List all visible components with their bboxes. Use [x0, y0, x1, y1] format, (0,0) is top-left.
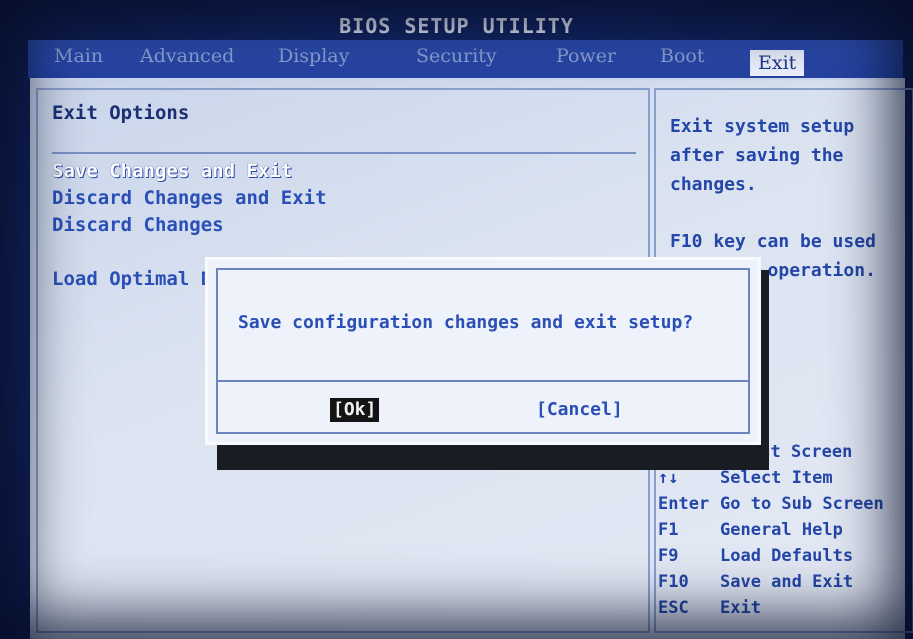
- key-row-esc: ESC Exit: [658, 598, 761, 618]
- option-discard-changes-and-exit[interactable]: Discard Changes and Exit: [52, 187, 327, 209]
- key-label: F1: [658, 520, 679, 540]
- tab-main[interactable]: Main: [54, 45, 103, 67]
- window-title: BIOS SETUP UTILITY: [339, 14, 574, 38]
- key-label: F9: [658, 546, 679, 566]
- dialog-frame: Save configuration changes and exit setu…: [216, 268, 750, 434]
- tab-display[interactable]: Display: [278, 45, 349, 67]
- arrows-icon: ↑↓: [658, 468, 679, 488]
- dialog-message: Save configuration changes and exit setu…: [238, 312, 694, 333]
- key-label: ESC: [658, 598, 689, 618]
- key-label: Enter: [658, 494, 710, 514]
- help-description: Exit system setup after saving the chang…: [670, 116, 855, 195]
- key-row-f10: F10 Save and Exit: [658, 572, 853, 592]
- key-row-select-item: ↑↓ Select Item: [658, 468, 833, 488]
- option-load-optimal-defaults[interactable]: Load Optimal D: [52, 268, 212, 290]
- key-desc: Load Defaults: [720, 546, 854, 566]
- key-desc: Go to Sub Screen: [720, 494, 884, 514]
- dialog-divider: [218, 380, 748, 382]
- bios-screen: BIOS SETUP UTILITY Main Advanced Display…: [0, 0, 913, 639]
- key-desc: Exit: [720, 598, 761, 618]
- confirm-dialog: Save configuration changes and exit setu…: [205, 257, 761, 445]
- section-divider: [52, 152, 636, 154]
- key-label: F10: [658, 572, 689, 592]
- section-title: Exit Options: [52, 102, 190, 124]
- tab-power[interactable]: Power: [556, 45, 616, 67]
- tab-boot[interactable]: Boot: [660, 45, 704, 67]
- tab-exit[interactable]: Exit: [750, 50, 805, 76]
- ok-button[interactable]: [Ok]: [330, 398, 380, 422]
- key-desc: General Help: [720, 520, 843, 540]
- option-save-changes-and-exit[interactable]: Save Changes and Exit: [52, 160, 292, 182]
- tab-advanced[interactable]: Advanced: [140, 45, 234, 67]
- cancel-button[interactable]: [Cancel]: [536, 398, 623, 422]
- option-discard-changes[interactable]: Discard Changes: [52, 214, 224, 236]
- key-desc: Select Item: [720, 468, 833, 488]
- key-row-enter: Enter Go to Sub Screen: [658, 494, 884, 514]
- key-row-f9: F9 Load Defaults: [658, 546, 853, 566]
- tab-security[interactable]: Security: [416, 45, 497, 67]
- key-row-f1: F1 General Help: [658, 520, 843, 540]
- menu-bar: Main Advanced Display Security Power Boo…: [28, 40, 903, 78]
- key-desc: Save and Exit: [720, 572, 854, 592]
